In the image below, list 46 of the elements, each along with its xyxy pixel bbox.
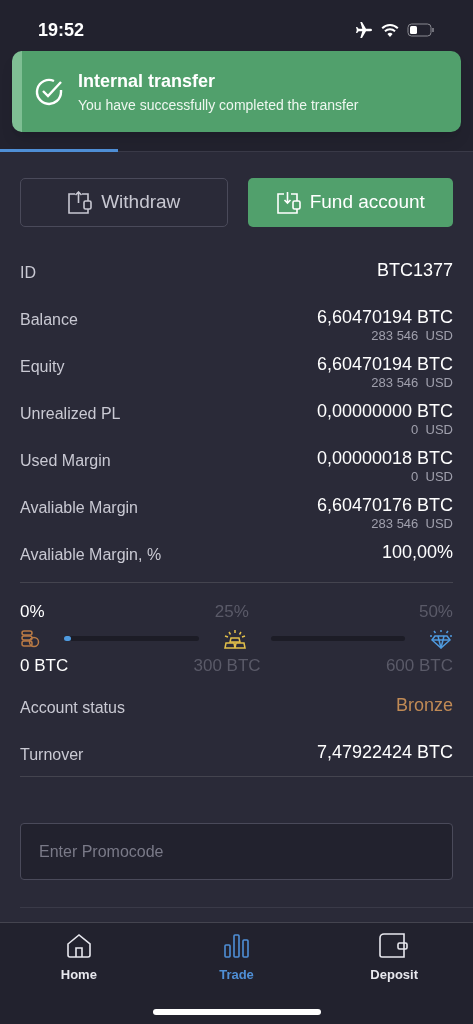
row-value: 6,60470176 BTC	[316, 494, 453, 516]
withdraw-button[interactable]: Withdraw	[20, 178, 228, 227]
row-value: 100,00%	[381, 541, 453, 563]
row-value: 0,00000000 BTC	[316, 400, 453, 422]
wallet-icon	[379, 933, 410, 959]
home-icon	[65, 933, 92, 959]
row-subvalue: 283 546 USD	[371, 328, 453, 343]
row-value: 0,00000018 BTC	[316, 447, 453, 469]
row-value: 6,60470194 BTC	[316, 306, 453, 328]
status-time: 19:52	[38, 18, 85, 42]
row-value: BTC1377	[376, 259, 453, 281]
wallet-download-icon	[275, 190, 302, 215]
row-subvalue: 283 546 USD	[371, 375, 453, 390]
row-value: 7,47922424 BTC	[316, 741, 453, 763]
row-label: ID	[20, 263, 36, 283]
ingots-icon	[222, 628, 247, 649]
row-label: Avaliable Margin, %	[20, 545, 162, 565]
row-label: Unrealized PL	[20, 404, 121, 424]
battery-icon	[407, 23, 435, 37]
row-subvalue: 0 USD	[411, 422, 453, 437]
wallet-upload-icon	[67, 190, 94, 215]
promo-field[interactable]: Enter Promocode	[20, 823, 453, 880]
row-label: Avaliable Margin	[20, 498, 138, 518]
row-label: Account status	[20, 698, 125, 718]
toast-message: You have successfully completed the transfer	[78, 95, 359, 115]
milestone-percent: 0%	[20, 601, 45, 623]
toast-title: Internal transfer	[78, 69, 217, 93]
row-value: 6,60470194 BTC	[316, 353, 453, 375]
milestone-amount: 0 BTC	[20, 654, 69, 677]
wifi-icon	[381, 23, 399, 37]
nav-item[interactable]: Trade	[157, 933, 316, 985]
row-label: Turnover	[20, 745, 84, 765]
bar-chart-icon	[222, 933, 251, 959]
coins-icon	[20, 629, 40, 648]
row-label: Equity	[20, 357, 65, 377]
nav-item[interactable]: Home	[0, 933, 158, 985]
row-subvalue: 283 546 USD	[371, 516, 453, 531]
diamond-icon	[429, 628, 453, 649]
row-label: Used Margin	[20, 451, 111, 471]
nav-item[interactable]: Deposit	[315, 933, 473, 985]
airplane-icon	[355, 22, 373, 38]
tab-underline[interactable]	[0, 149, 119, 152]
row-label: Balance	[20, 310, 78, 330]
row-subvalue: 0 USD	[411, 469, 453, 484]
row-value: Bronze	[395, 694, 453, 716]
check-circle-icon	[34, 76, 64, 107]
